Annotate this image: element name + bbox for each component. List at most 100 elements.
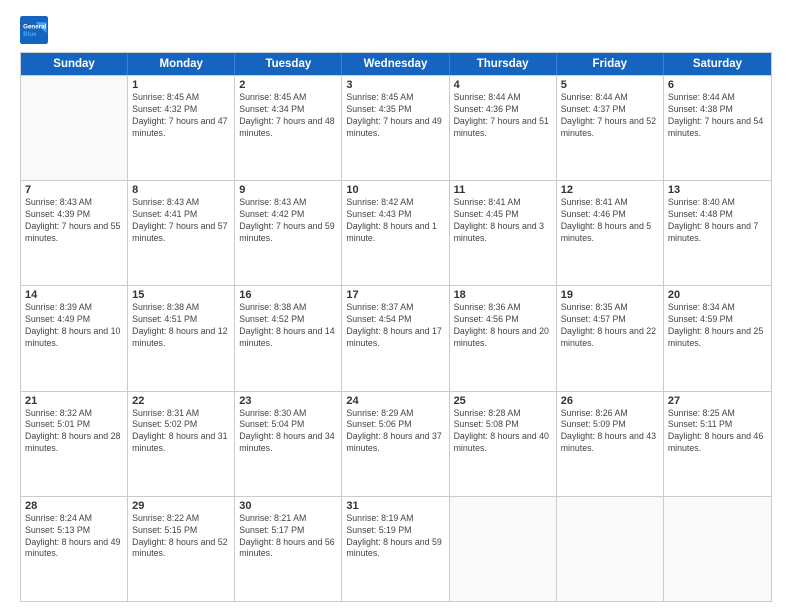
day-cell-empty — [450, 497, 557, 601]
day-info: Sunrise: 8:29 AM Sunset: 5:06 PM Dayligh… — [346, 408, 444, 456]
day-info: Sunrise: 8:45 AM Sunset: 4:35 PM Dayligh… — [346, 92, 444, 140]
day-number: 23 — [239, 395, 337, 407]
week-row-2: 7Sunrise: 8:43 AM Sunset: 4:39 PM Daylig… — [21, 180, 771, 285]
day-cell-6: 6Sunrise: 8:44 AM Sunset: 4:38 PM Daylig… — [664, 76, 771, 180]
week-row-1: 1Sunrise: 8:45 AM Sunset: 4:32 PM Daylig… — [21, 75, 771, 180]
day-info: Sunrise: 8:45 AM Sunset: 4:34 PM Dayligh… — [239, 92, 337, 140]
day-number: 22 — [132, 395, 230, 407]
day-cell-19: 19Sunrise: 8:35 AM Sunset: 4:57 PM Dayli… — [557, 286, 664, 390]
header-day-monday: Monday — [128, 53, 235, 75]
day-number: 29 — [132, 500, 230, 512]
day-number: 18 — [454, 289, 552, 301]
day-cell-15: 15Sunrise: 8:38 AM Sunset: 4:51 PM Dayli… — [128, 286, 235, 390]
day-number: 8 — [132, 184, 230, 196]
day-number: 24 — [346, 395, 444, 407]
day-number: 21 — [25, 395, 123, 407]
day-cell-29: 29Sunrise: 8:22 AM Sunset: 5:15 PM Dayli… — [128, 497, 235, 601]
day-cell-7: 7Sunrise: 8:43 AM Sunset: 4:39 PM Daylig… — [21, 181, 128, 285]
day-number: 15 — [132, 289, 230, 301]
day-cell-24: 24Sunrise: 8:29 AM Sunset: 5:06 PM Dayli… — [342, 392, 449, 496]
day-cell-26: 26Sunrise: 8:26 AM Sunset: 5:09 PM Dayli… — [557, 392, 664, 496]
day-info: Sunrise: 8:24 AM Sunset: 5:13 PM Dayligh… — [25, 513, 123, 561]
logo-icon: General Blue — [20, 16, 48, 44]
day-cell-17: 17Sunrise: 8:37 AM Sunset: 4:54 PM Dayli… — [342, 286, 449, 390]
day-cell-22: 22Sunrise: 8:31 AM Sunset: 5:02 PM Dayli… — [128, 392, 235, 496]
day-cell-10: 10Sunrise: 8:42 AM Sunset: 4:43 PM Dayli… — [342, 181, 449, 285]
day-info: Sunrise: 8:41 AM Sunset: 4:46 PM Dayligh… — [561, 197, 659, 245]
day-cell-empty — [21, 76, 128, 180]
day-info: Sunrise: 8:42 AM Sunset: 4:43 PM Dayligh… — [346, 197, 444, 245]
header-day-sunday: Sunday — [21, 53, 128, 75]
day-number: 17 — [346, 289, 444, 301]
day-cell-empty — [557, 497, 664, 601]
page: General Blue SundayMondayTuesdayWednesda… — [0, 0, 792, 612]
day-number: 2 — [239, 79, 337, 91]
day-cell-4: 4Sunrise: 8:44 AM Sunset: 4:36 PM Daylig… — [450, 76, 557, 180]
svg-text:General: General — [23, 23, 46, 30]
day-info: Sunrise: 8:44 AM Sunset: 4:38 PM Dayligh… — [668, 92, 767, 140]
day-info: Sunrise: 8:41 AM Sunset: 4:45 PM Dayligh… — [454, 197, 552, 245]
day-cell-27: 27Sunrise: 8:25 AM Sunset: 5:11 PM Dayli… — [664, 392, 771, 496]
day-info: Sunrise: 8:26 AM Sunset: 5:09 PM Dayligh… — [561, 408, 659, 456]
day-number: 26 — [561, 395, 659, 407]
day-cell-18: 18Sunrise: 8:36 AM Sunset: 4:56 PM Dayli… — [450, 286, 557, 390]
day-cell-23: 23Sunrise: 8:30 AM Sunset: 5:04 PM Dayli… — [235, 392, 342, 496]
day-number: 31 — [346, 500, 444, 512]
day-number: 12 — [561, 184, 659, 196]
day-cell-14: 14Sunrise: 8:39 AM Sunset: 4:49 PM Dayli… — [21, 286, 128, 390]
day-number: 25 — [454, 395, 552, 407]
day-cell-11: 11Sunrise: 8:41 AM Sunset: 4:45 PM Dayli… — [450, 181, 557, 285]
day-cell-12: 12Sunrise: 8:41 AM Sunset: 4:46 PM Dayli… — [557, 181, 664, 285]
day-cell-3: 3Sunrise: 8:45 AM Sunset: 4:35 PM Daylig… — [342, 76, 449, 180]
header-day-friday: Friday — [557, 53, 664, 75]
day-cell-16: 16Sunrise: 8:38 AM Sunset: 4:52 PM Dayli… — [235, 286, 342, 390]
day-cell-31: 31Sunrise: 8:19 AM Sunset: 5:19 PM Dayli… — [342, 497, 449, 601]
day-cell-5: 5Sunrise: 8:44 AM Sunset: 4:37 PM Daylig… — [557, 76, 664, 180]
day-info: Sunrise: 8:32 AM Sunset: 5:01 PM Dayligh… — [25, 408, 123, 456]
day-info: Sunrise: 8:35 AM Sunset: 4:57 PM Dayligh… — [561, 302, 659, 350]
day-info: Sunrise: 8:25 AM Sunset: 5:11 PM Dayligh… — [668, 408, 767, 456]
day-info: Sunrise: 8:44 AM Sunset: 4:36 PM Dayligh… — [454, 92, 552, 140]
svg-text:Blue: Blue — [23, 31, 37, 38]
day-number: 1 — [132, 79, 230, 91]
day-number: 28 — [25, 500, 123, 512]
day-cell-8: 8Sunrise: 8:43 AM Sunset: 4:41 PM Daylig… — [128, 181, 235, 285]
day-number: 13 — [668, 184, 767, 196]
day-info: Sunrise: 8:38 AM Sunset: 4:51 PM Dayligh… — [132, 302, 230, 350]
day-cell-2: 2Sunrise: 8:45 AM Sunset: 4:34 PM Daylig… — [235, 76, 342, 180]
day-info: Sunrise: 8:40 AM Sunset: 4:48 PM Dayligh… — [668, 197, 767, 245]
day-info: Sunrise: 8:43 AM Sunset: 4:41 PM Dayligh… — [132, 197, 230, 245]
day-info: Sunrise: 8:19 AM Sunset: 5:19 PM Dayligh… — [346, 513, 444, 561]
day-info: Sunrise: 8:21 AM Sunset: 5:17 PM Dayligh… — [239, 513, 337, 561]
day-info: Sunrise: 8:30 AM Sunset: 5:04 PM Dayligh… — [239, 408, 337, 456]
week-row-3: 14Sunrise: 8:39 AM Sunset: 4:49 PM Dayli… — [21, 285, 771, 390]
day-number: 30 — [239, 500, 337, 512]
day-number: 16 — [239, 289, 337, 301]
week-row-4: 21Sunrise: 8:32 AM Sunset: 5:01 PM Dayli… — [21, 391, 771, 496]
day-info: Sunrise: 8:22 AM Sunset: 5:15 PM Dayligh… — [132, 513, 230, 561]
day-cell-25: 25Sunrise: 8:28 AM Sunset: 5:08 PM Dayli… — [450, 392, 557, 496]
header-day-tuesday: Tuesday — [235, 53, 342, 75]
header-day-thursday: Thursday — [450, 53, 557, 75]
day-cell-1: 1Sunrise: 8:45 AM Sunset: 4:32 PM Daylig… — [128, 76, 235, 180]
day-info: Sunrise: 8:43 AM Sunset: 4:39 PM Dayligh… — [25, 197, 123, 245]
header: General Blue — [20, 16, 772, 44]
day-info: Sunrise: 8:44 AM Sunset: 4:37 PM Dayligh… — [561, 92, 659, 140]
day-info: Sunrise: 8:38 AM Sunset: 4:52 PM Dayligh… — [239, 302, 337, 350]
day-number: 7 — [25, 184, 123, 196]
day-number: 3 — [346, 79, 444, 91]
day-cell-28: 28Sunrise: 8:24 AM Sunset: 5:13 PM Dayli… — [21, 497, 128, 601]
week-row-5: 28Sunrise: 8:24 AM Sunset: 5:13 PM Dayli… — [21, 496, 771, 601]
day-info: Sunrise: 8:43 AM Sunset: 4:42 PM Dayligh… — [239, 197, 337, 245]
day-info: Sunrise: 8:34 AM Sunset: 4:59 PM Dayligh… — [668, 302, 767, 350]
day-cell-21: 21Sunrise: 8:32 AM Sunset: 5:01 PM Dayli… — [21, 392, 128, 496]
day-cell-30: 30Sunrise: 8:21 AM Sunset: 5:17 PM Dayli… — [235, 497, 342, 601]
day-info: Sunrise: 8:39 AM Sunset: 4:49 PM Dayligh… — [25, 302, 123, 350]
day-cell-empty — [664, 497, 771, 601]
day-number: 27 — [668, 395, 767, 407]
calendar: SundayMondayTuesdayWednesdayThursdayFrid… — [20, 52, 772, 602]
day-number: 5 — [561, 79, 659, 91]
header-day-wednesday: Wednesday — [342, 53, 449, 75]
day-number: 9 — [239, 184, 337, 196]
day-number: 6 — [668, 79, 767, 91]
